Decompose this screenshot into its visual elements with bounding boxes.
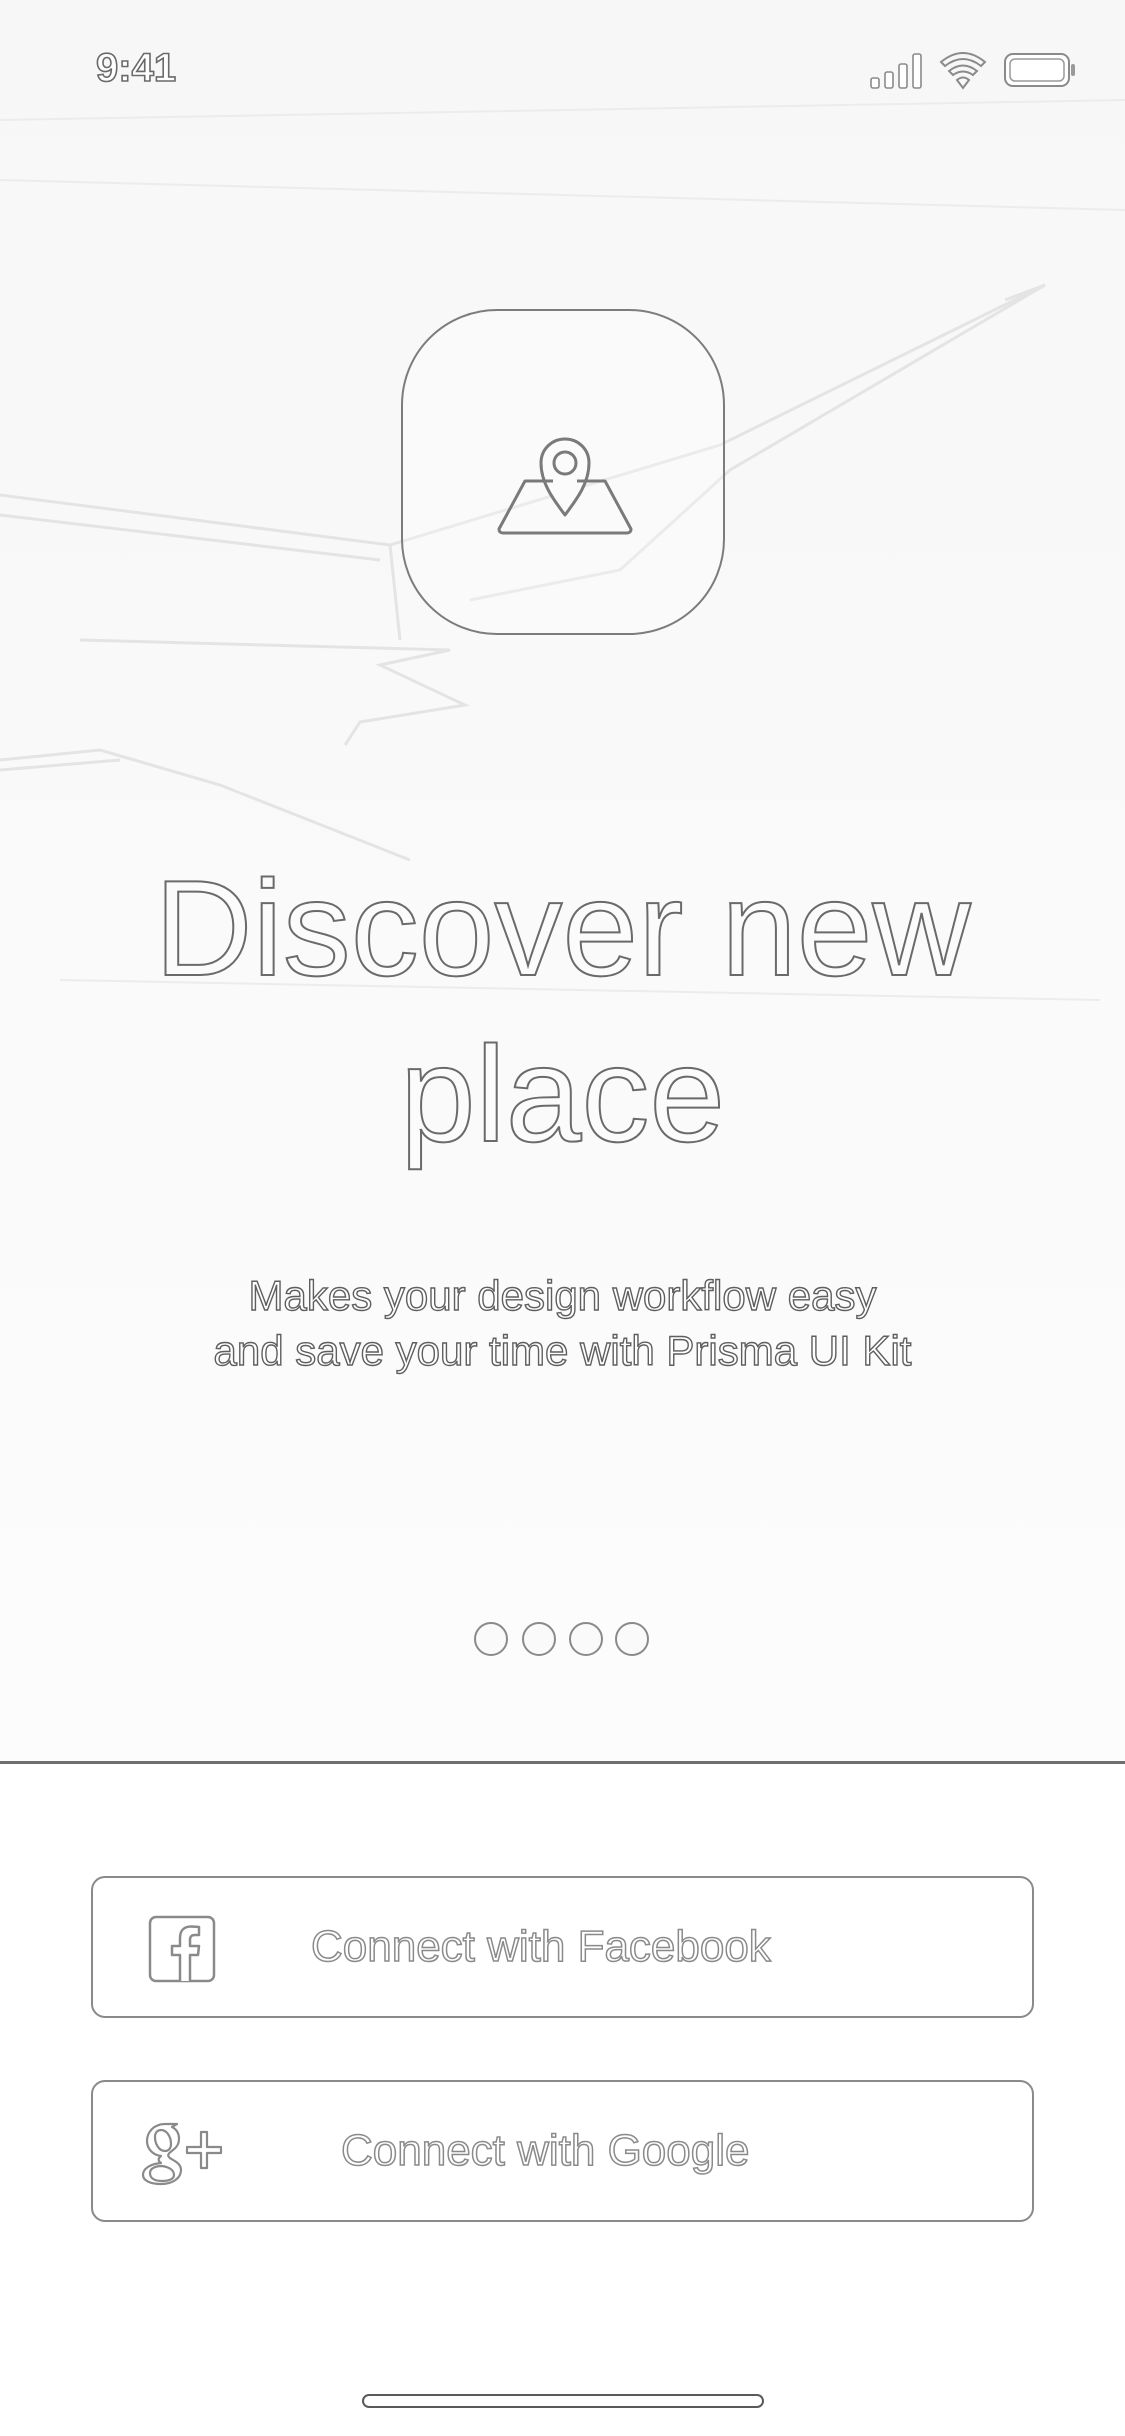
title-line-2: place xyxy=(399,1017,726,1171)
subtitle-line-1: Makes your design workflow easy xyxy=(248,1271,877,1319)
google-plus-icon xyxy=(141,2122,223,2186)
google-button-label: Connect with Google xyxy=(340,2125,750,2176)
onboarding-screen: 9:41 Discover new place Makes your desig… xyxy=(0,0,1125,2436)
connect-facebook-button[interactable]: Connect with Facebook xyxy=(91,1876,1034,2018)
page-dot[interactable] xyxy=(474,1622,508,1656)
home-indicator[interactable] xyxy=(362,2394,764,2408)
facebook-icon xyxy=(148,1915,216,1983)
facebook-button-label: Connect with Facebook xyxy=(310,1921,771,1972)
title-line-1: Discover new xyxy=(153,851,971,1005)
wifi-icon xyxy=(939,52,987,90)
map-pin-icon xyxy=(497,437,633,535)
battery-icon xyxy=(1004,53,1075,87)
hero-section: 9:41 Discover new place Makes your desig… xyxy=(0,0,1125,1763)
status-time: 9:41 xyxy=(95,45,177,91)
section-divider xyxy=(0,1761,1125,1764)
page-subtitle: Makes your design workflow easy and save… xyxy=(0,1268,1125,1378)
page-dot[interactable] xyxy=(615,1622,649,1656)
signal-icon xyxy=(870,53,922,89)
status-icons xyxy=(867,48,1077,92)
page-dot[interactable] xyxy=(522,1622,556,1656)
page-indicator[interactable] xyxy=(474,1622,654,1658)
app-icon-tile xyxy=(401,309,725,635)
page-title: Discover new place xyxy=(0,845,1125,1177)
subtitle-line-2: and save your time with Prisma UI Kit xyxy=(213,1326,912,1374)
page-dot[interactable] xyxy=(569,1622,603,1656)
connect-google-button[interactable]: Connect with Google xyxy=(91,2080,1034,2222)
